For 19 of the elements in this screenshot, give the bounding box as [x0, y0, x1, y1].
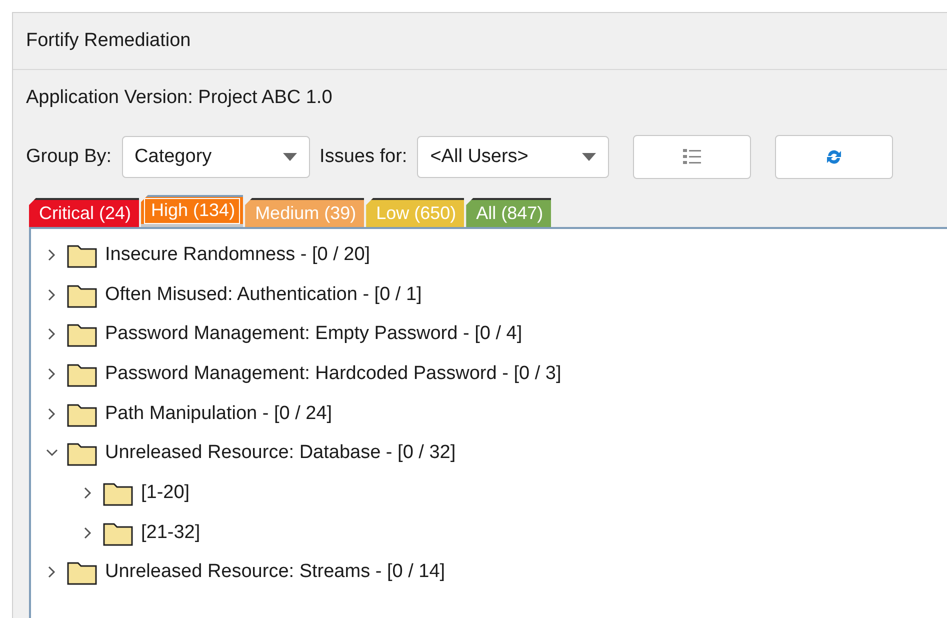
tree-item[interactable]: [21-32] — [141, 522, 200, 544]
dropdown-arrow-icon — [282, 153, 297, 161]
tree-item[interactable]: Path Manipulation - [0 / 24] — [105, 402, 332, 425]
tree-item[interactable]: Unreleased Resource: Database - [0 / 32] — [105, 442, 456, 464]
severity-tab[interactable]: Critical (24) — [29, 198, 140, 227]
issues-for-label: Issues for: — [320, 146, 408, 168]
group-by-dropdown[interactable]: Category — [122, 136, 310, 178]
tree-item[interactable]: Password Management: Hardcoded Password - [0 / 3] — [105, 362, 562, 385]
tree-item[interactable]: Often Misused: Authentication - [0 / 1] — [105, 284, 422, 306]
panel-title: Fortify Remediation — [26, 30, 191, 52]
tree-item[interactable]: Insecure Randomness - [0 / 20] — [105, 244, 370, 266]
tree-item[interactable]: Unreleased Resource: Streams - [0 / 14] — [105, 561, 446, 584]
list-icon — [682, 147, 702, 167]
issues-for-dropdown[interactable]: <All Users> — [417, 136, 610, 178]
tree-item[interactable]: Password Management: Empty Password - [0 / 4] — [105, 323, 522, 346]
application-version: Application Version: Project ABC 1.0 — [26, 87, 332, 109]
dropdown-arrow-icon — [582, 153, 596, 161]
group-by-label: Group By: — [26, 146, 112, 168]
tree-item[interactable]: [1-20] — [141, 482, 190, 504]
